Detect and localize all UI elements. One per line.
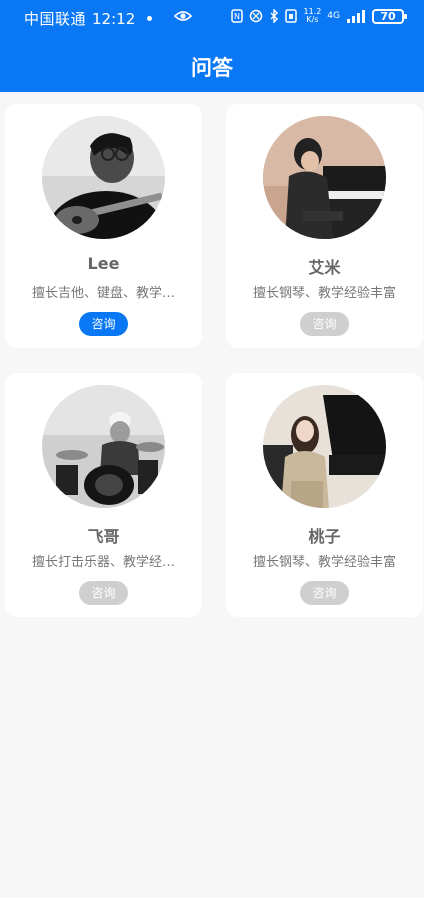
notification-dot-icon — [147, 16, 153, 21]
status-right: N 11.2 K/s 4G 70 — [231, 8, 407, 24]
vibrate-icon — [250, 9, 263, 23]
avatar — [263, 116, 386, 239]
net-speed-unit: K/s — [306, 15, 319, 24]
nfc-icon: N — [231, 9, 244, 23]
net-speed: 11.2 K/s — [303, 8, 321, 24]
network-type: 4G — [327, 11, 340, 21]
svg-text:N: N — [234, 12, 240, 21]
teacher-card[interactable]: 桃子 擅长钢琴、教学经验丰富 咨询 — [226, 373, 423, 617]
consult-button[interactable]: 咨询 — [300, 581, 349, 605]
clock: 12:12 — [92, 9, 136, 28]
teacher-name: Lee — [87, 254, 120, 273]
status-left: 中国联通 12:12 — [24, 8, 153, 29]
teacher-desc: 擅长吉他、键盘、教学… — [31, 286, 175, 301]
teacher-card[interactable]: Lee 擅长吉他、键盘、教学… 咨询 — [5, 104, 202, 348]
carrier-label: 中国联通 — [24, 10, 87, 28]
teacher-desc: 擅长钢琴、教学经验丰富 — [252, 286, 396, 301]
battery-icon: 70 — [372, 8, 407, 24]
sim-icon — [285, 9, 298, 23]
teacher-card[interactable]: 飞哥 擅长打击乐器、教学经… 咨询 — [5, 373, 202, 617]
consult-button[interactable]: 咨询 — [79, 312, 128, 336]
status-bar: 中国联通 12:12 N 11.2 K/s 4G 70 — [0, 0, 424, 34]
signal-icon — [347, 10, 365, 23]
avatar — [42, 116, 165, 239]
teacher-card[interactable]: 艾米 擅长钢琴、教学经验丰富 咨询 — [226, 104, 423, 348]
eye-icon — [174, 11, 192, 21]
teacher-name: 桃子 — [308, 527, 341, 546]
bluetooth-icon — [270, 9, 279, 23]
app-header: 中国联通 12:12 N 11.2 K/s 4G 70 问答 — [0, 0, 424, 92]
consult-button[interactable]: 咨询 — [79, 581, 128, 605]
avatar — [42, 385, 165, 508]
teacher-name: 飞哥 — [87, 527, 120, 546]
consult-button[interactable]: 咨询 — [300, 312, 349, 336]
teacher-name: 艾米 — [308, 258, 341, 277]
teacher-desc: 擅长打击乐器、教学经… — [31, 555, 175, 570]
avatar — [263, 385, 386, 508]
page-title: 问答 — [191, 56, 233, 80]
teacher-desc: 擅长钢琴、教学经验丰富 — [252, 555, 396, 570]
